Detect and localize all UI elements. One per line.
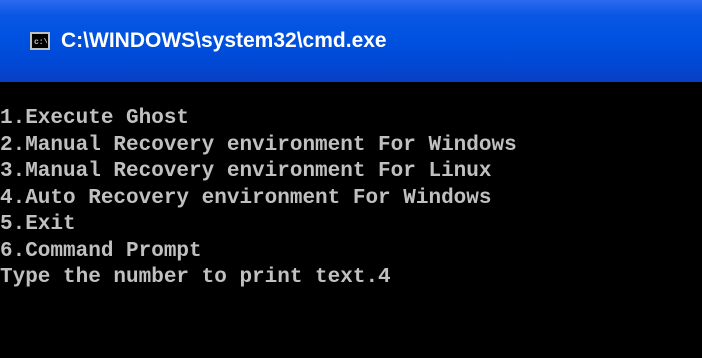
cmd-window: c:\ C:\WINDOWS\system32\cmd.exe 1.Execut… — [0, 0, 702, 358]
menu-option-3: 3.Manual Recovery environment For Linux — [0, 160, 492, 183]
menu-option-2: 2.Manual Recovery environment For Window… — [0, 133, 517, 157]
menu-option-4: 4.Auto Recovery environment For Windows — [0, 186, 492, 210]
cmd-icon[interactable]: c:\ — [30, 32, 50, 50]
title-bar[interactable]: c:\ C:\WINDOWS\system32\cmd.exe — [0, 0, 702, 82]
console-output[interactable]: 1.Execute Ghost 2.Manual Recovery enviro… — [0, 82, 702, 358]
window-title: C:\WINDOWS\system32\cmd.exe — [61, 29, 387, 52]
command-prompt-line[interactable]: Type the number to print text.4 — [0, 265, 702, 292]
menu-option-6: 6.Command Prompt — [0, 239, 202, 263]
menu-option-5: 5.Exit — [0, 213, 76, 236]
menu-option-1: 1.Execute Ghost — [0, 107, 190, 130]
svg-text:c:\: c:\ — [34, 38, 47, 47]
